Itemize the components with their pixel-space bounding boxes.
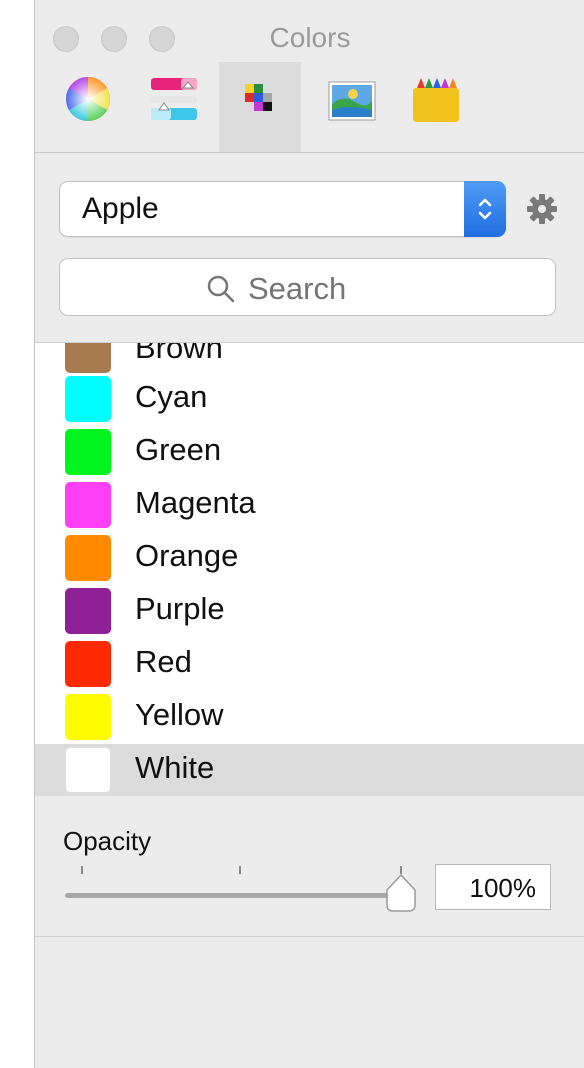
color-swatch bbox=[65, 588, 111, 634]
colors-window: Colors Apple Search Brown Cyan Green Mag… bbox=[34, 0, 584, 1068]
list-item[interactable]: Cyan bbox=[35, 373, 584, 426]
toolbar-divider bbox=[35, 152, 584, 153]
opacity-label: Opacity bbox=[63, 826, 152, 856]
tab-color-sliders[interactable] bbox=[131, 62, 213, 152]
opacity-value-field[interactable]: 100% bbox=[435, 864, 551, 910]
color-palettes-icon bbox=[245, 84, 272, 111]
gear-icon bbox=[527, 194, 557, 224]
list-item-selected[interactable]: White bbox=[35, 744, 584, 796]
color-swatch bbox=[65, 747, 111, 793]
color-name: Brown bbox=[135, 342, 223, 365]
palette-popup-label: Apple bbox=[82, 192, 159, 225]
slider-tick bbox=[239, 866, 241, 874]
search-icon bbox=[207, 275, 235, 303]
color-swatch bbox=[65, 429, 111, 475]
color-swatch bbox=[65, 343, 111, 373]
opacity-slider-knob[interactable] bbox=[383, 872, 419, 914]
list-item[interactable]: Yellow bbox=[35, 691, 584, 744]
palette-popup[interactable]: Apple bbox=[59, 181, 506, 237]
color-swatch bbox=[65, 482, 111, 528]
opacity-slider[interactable] bbox=[65, 893, 403, 898]
color-swatch bbox=[65, 641, 111, 687]
color-swatch bbox=[65, 694, 111, 740]
list-item[interactable]: Green bbox=[35, 426, 584, 479]
color-name: Yellow bbox=[135, 697, 224, 732]
window-title: Colors bbox=[269, 22, 351, 53]
crayons-icon bbox=[413, 78, 459, 122]
color-name: Orange bbox=[135, 538, 239, 573]
color-swatch bbox=[65, 376, 111, 422]
color-name: White bbox=[135, 750, 215, 785]
popup-stepper-arrows bbox=[464, 181, 506, 237]
list-item[interactable]: Brown bbox=[35, 342, 584, 377]
tab-color-palettes[interactable] bbox=[219, 62, 301, 152]
list-item[interactable]: Red bbox=[35, 638, 584, 691]
search-input[interactable] bbox=[248, 271, 508, 307]
list-item[interactable]: Magenta bbox=[35, 479, 584, 532]
tab-image-palettes[interactable] bbox=[305, 62, 387, 152]
color-name: Red bbox=[135, 644, 192, 679]
color-name: Purple bbox=[135, 591, 225, 626]
color-swatch bbox=[65, 535, 111, 581]
color-name: Magenta bbox=[135, 485, 256, 520]
chevron-up-down-icon bbox=[478, 198, 492, 220]
search-field[interactable] bbox=[59, 258, 556, 316]
tab-color-wheel[interactable] bbox=[47, 62, 129, 152]
color-wheel-icon bbox=[66, 77, 110, 121]
color-sliders-icon bbox=[151, 78, 197, 120]
slider-tick bbox=[81, 866, 83, 874]
list-item[interactable]: Purple bbox=[35, 585, 584, 638]
palette-action-button[interactable] bbox=[525, 192, 559, 226]
color-name: Cyan bbox=[135, 379, 208, 414]
color-list[interactable]: Brown Cyan Green Magenta Orange Purple R… bbox=[35, 342, 584, 796]
list-item[interactable]: Orange bbox=[35, 532, 584, 585]
color-name: Green bbox=[135, 432, 222, 467]
image-palettes-icon bbox=[328, 81, 376, 121]
bottom-divider bbox=[35, 936, 584, 937]
tab-pencils[interactable] bbox=[391, 62, 473, 152]
